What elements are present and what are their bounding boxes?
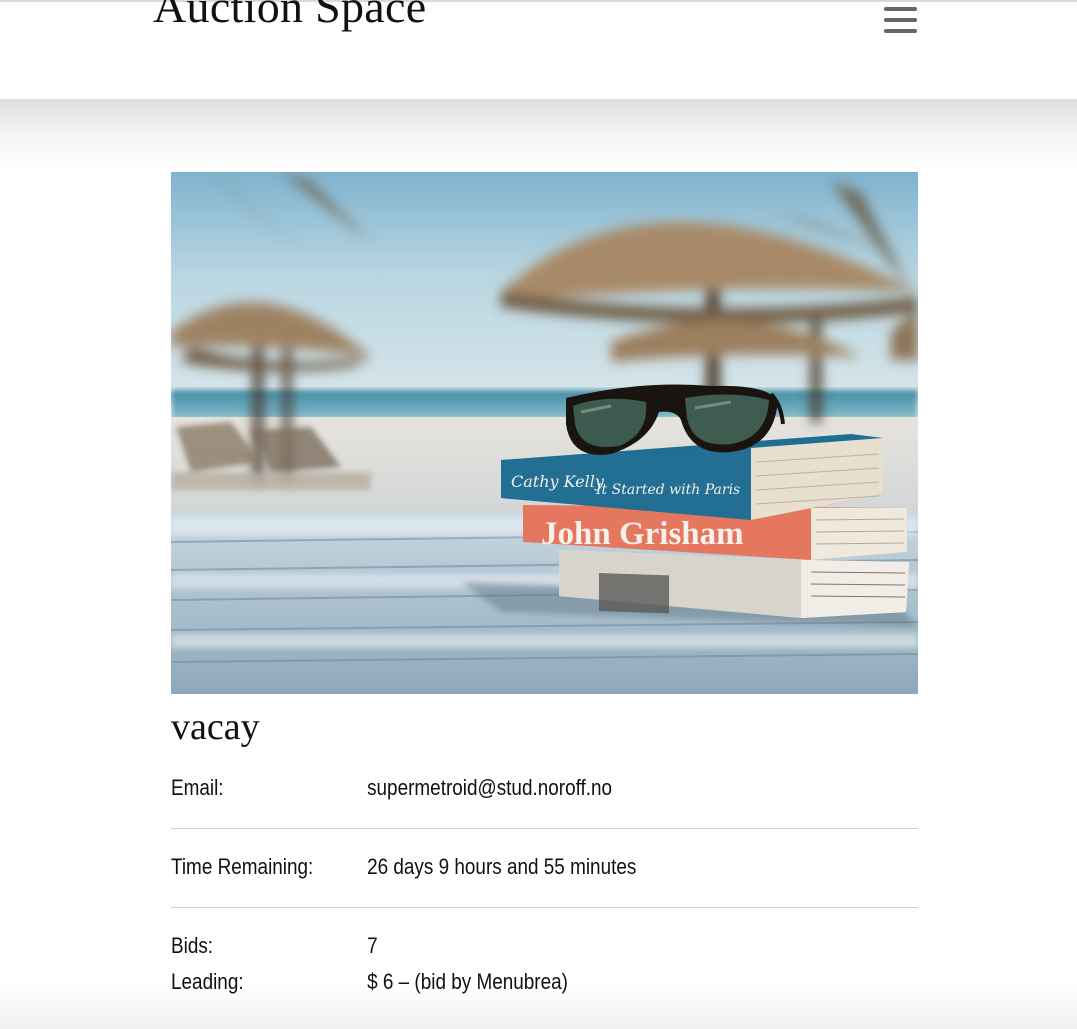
leading-label: Leading: <box>171 969 244 994</box>
listing-image: John Grisham Cathy Kelly It Started with… <box>171 172 918 694</box>
time-remaining-value: 26 days 9 hours and 55 minutes <box>367 854 637 879</box>
bids-label: Bids: <box>171 933 214 958</box>
listing-detail: John Grisham Cathy Kelly It Started with… <box>171 172 918 1022</box>
leading-value: $ 6 – (bid by Menubrea) <box>367 969 568 994</box>
email-label: Email: <box>171 775 224 800</box>
info-row-time-remaining: Time Remaining: 26 days 9 hours and 55 m… <box>171 829 918 908</box>
bids-value: 7 <box>367 933 378 958</box>
header-shadow <box>0 99 1077 169</box>
time-remaining-label: Time Remaining: <box>171 854 314 879</box>
listing-title: vacay <box>171 706 260 748</box>
book-title-cathy-kelly: Cathy Kelly <box>511 472 605 491</box>
hamburger-menu-icon[interactable] <box>882 5 920 37</box>
book-title-john-grisham: John Grisham <box>541 516 744 552</box>
book-subtitle: It Started with Paris <box>595 482 740 498</box>
email-value: supermetroid@stud.noroff.no <box>367 775 613 800</box>
info-row-email: Email: supermetroid@stud.noroff.no <box>171 750 918 829</box>
info-row-bids: Bids: 7 Leading: $ 6 – (bid by Menubrea) <box>171 908 918 1022</box>
site-header: Auction Space <box>0 0 1077 99</box>
site-logo[interactable]: Auction Space <box>153 0 426 30</box>
